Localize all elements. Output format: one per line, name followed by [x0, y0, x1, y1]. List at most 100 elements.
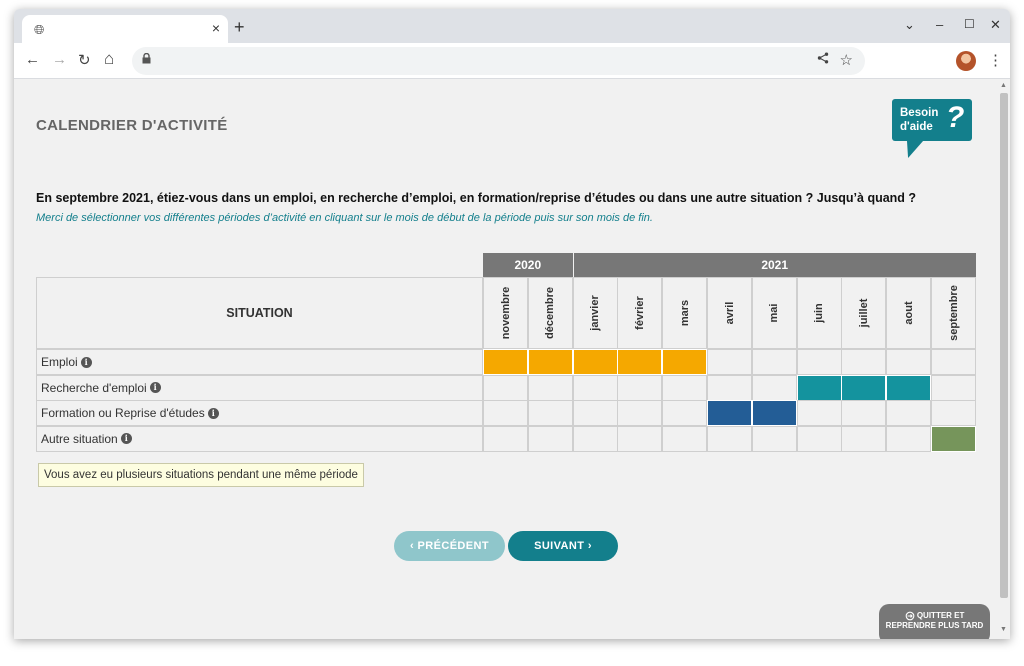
calendar-cell[interactable]	[796, 349, 842, 375]
info-icon[interactable]: i	[207, 407, 219, 419]
share-icon[interactable]	[817, 52, 829, 67]
calendar-cell[interactable]	[841, 425, 887, 452]
calendar-cell[interactable]	[751, 425, 797, 452]
calendar-cell[interactable]	[751, 400, 797, 426]
quit-label-line2: REPRENDRE PLUS TARD	[885, 621, 984, 631]
exit-icon	[905, 611, 914, 621]
calendar-cell[interactable]	[572, 349, 618, 375]
new-tab-button[interactable]: +	[234, 17, 245, 38]
situation-row-label: Recherche d'emploi i	[36, 374, 483, 401]
month-header: juillet	[841, 277, 887, 349]
calendar-cell[interactable]	[617, 374, 663, 401]
calendar-cell[interactable]	[931, 374, 976, 401]
quit-button[interactable]: QUITTER ET REPRENDRE PLUS TARD	[879, 604, 990, 639]
tab-search-icon[interactable]: ⌄	[904, 17, 915, 33]
calendar-cell[interactable]	[796, 400, 842, 426]
profile-avatar[interactable]	[956, 51, 976, 71]
month-label: mars	[678, 299, 691, 327]
month-label: aout	[902, 301, 915, 325]
info-icon[interactable]: i	[149, 382, 161, 393]
month-label: avril	[723, 301, 736, 325]
tab-bar: 🌐︎ × + ⌄ – ☐ ✕	[14, 9, 1010, 43]
calendar-cell[interactable]	[662, 374, 708, 401]
calendar-cell[interactable]	[617, 425, 663, 452]
calendar-cell[interactable]	[796, 374, 842, 401]
speech-bubble-tail	[901, 140, 924, 158]
browser-tab[interactable]: 🌐︎ ×	[22, 15, 228, 43]
calendar-cell[interactable]	[886, 400, 932, 426]
browser-toolbar: ← → ↻ ⌂ ☆ ⋮	[14, 43, 1010, 79]
month-header: mars	[662, 277, 708, 349]
address-bar[interactable]: ☆	[132, 47, 865, 75]
month-header: septembre	[931, 277, 976, 349]
calendar-cell[interactable]	[527, 425, 573, 452]
calendar-cell[interactable]	[572, 374, 618, 401]
browser-menu-icon[interactable]: ⋮	[988, 51, 1003, 69]
info-icon[interactable]: i	[80, 356, 92, 368]
calendar-cell[interactable]	[796, 425, 842, 452]
close-window-button[interactable]: ✕	[990, 17, 1001, 33]
maximize-button[interactable]: ☐	[964, 17, 975, 31]
calendar-cell[interactable]	[662, 400, 708, 426]
scrollbar-thumb[interactable]	[1000, 93, 1008, 598]
forward-icon[interactable]: →	[52, 51, 67, 68]
reload-icon[interactable]: ↻	[78, 51, 91, 69]
month-header: avril	[707, 277, 752, 349]
calendar-cell[interactable]	[931, 425, 976, 452]
calendar-cell[interactable]	[886, 374, 932, 401]
situation-label: Formation ou Reprise d'études	[41, 406, 205, 420]
calendar-cell[interactable]	[617, 400, 663, 426]
scroll-down-arrow-icon[interactable]: ▼	[1000, 626, 1007, 633]
calendar-cell[interactable]	[707, 349, 752, 375]
calendar-cell[interactable]	[527, 374, 573, 401]
calendar-cell[interactable]	[483, 349, 528, 375]
calendar-cell[interactable]	[841, 374, 887, 401]
calendar-cell[interactable]	[662, 349, 708, 375]
tab-close-icon[interactable]: ×	[212, 20, 220, 36]
bookmark-star-icon[interactable]: ☆	[840, 51, 853, 69]
calendar-cell[interactable]	[483, 400, 528, 426]
calendar-cell[interactable]	[707, 425, 752, 452]
quit-label-line1: QUITTER ET	[916, 611, 965, 621]
month-header: février	[617, 277, 663, 349]
info-icon[interactable]: i	[120, 433, 132, 444]
calendar-cell[interactable]	[707, 374, 752, 401]
calendar-cell[interactable]	[841, 400, 887, 426]
next-button[interactable]: SUIVANT ›	[508, 531, 618, 561]
minimize-button[interactable]: –	[936, 17, 943, 32]
question-mark-icon: ?	[946, 101, 965, 134]
help-button[interactable]: Besoin d'aide ?	[892, 99, 972, 158]
browser-window: 🌐︎ × + ⌄ – ☐ ✕ ← → ↻ ⌂ ☆ ⋮ CALENDRIER D'…	[14, 9, 1010, 639]
calendar-cell[interactable]	[751, 374, 797, 401]
calendar-cell[interactable]	[483, 374, 528, 401]
calendar-cell[interactable]	[931, 400, 976, 426]
calendar-cell[interactable]	[527, 400, 573, 426]
calendar-cell[interactable]	[707, 400, 752, 426]
calendar-cell[interactable]	[886, 425, 932, 452]
calendar-cell[interactable]	[617, 349, 663, 375]
question-text: En septembre 2021, étiez-vous dans un em…	[36, 191, 917, 205]
back-icon[interactable]: ←	[25, 51, 40, 68]
calendar-cell[interactable]	[662, 425, 708, 452]
month-label: novembre	[499, 286, 512, 340]
calendar-cell[interactable]	[572, 425, 618, 452]
home-icon[interactable]: ⌂	[104, 49, 114, 69]
month-label: septembre	[947, 285, 960, 341]
calendar-cell[interactable]	[886, 349, 932, 375]
previous-button[interactable]: ‹ PRÉCÉDENT	[394, 531, 505, 561]
month-header: décembre	[527, 277, 573, 349]
calendar-cell[interactable]	[841, 349, 887, 375]
calendar-cell[interactable]	[527, 349, 573, 375]
globe-icon: 🌐︎	[34, 22, 45, 37]
month-label: janvier	[589, 295, 602, 331]
month-header: janvier	[572, 277, 618, 349]
situation-label: Emploi	[41, 355, 78, 369]
calendar-cell[interactable]	[751, 349, 797, 375]
situation-row-label: Emploi i	[36, 349, 483, 375]
calendar-cell[interactable]	[483, 425, 528, 452]
scroll-up-arrow-icon[interactable]: ▲	[1000, 82, 1007, 89]
calendar-cell[interactable]	[931, 349, 976, 375]
month-header: juin	[796, 277, 842, 349]
calendar-cell[interactable]	[572, 400, 618, 426]
lock-icon	[142, 52, 151, 67]
